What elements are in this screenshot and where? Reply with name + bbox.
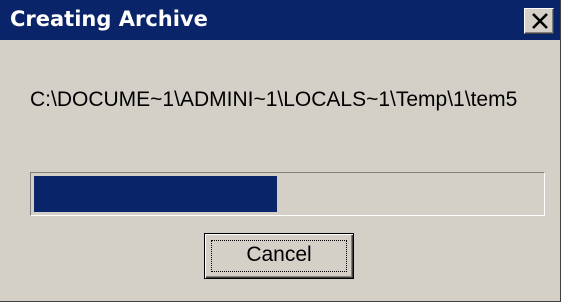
progress-bar [30,172,545,216]
cancel-button[interactable]: Cancel [204,233,354,279]
title-bar[interactable]: Creating Archive [0,0,560,40]
close-button[interactable] [524,8,554,34]
close-icon [532,13,548,29]
archive-path-text: C:\DOCUME~1\ADMINI~1\LOCALS~1\Temp\1\tem… [30,88,518,111]
cancel-button-label: Cancel [246,243,312,266]
creating-archive-dialog: Creating Archive C:\DOCUME~1\ADMINI~1\LO… [0,0,561,302]
progress-fill [34,176,277,212]
window-title: Creating Archive [10,7,208,31]
